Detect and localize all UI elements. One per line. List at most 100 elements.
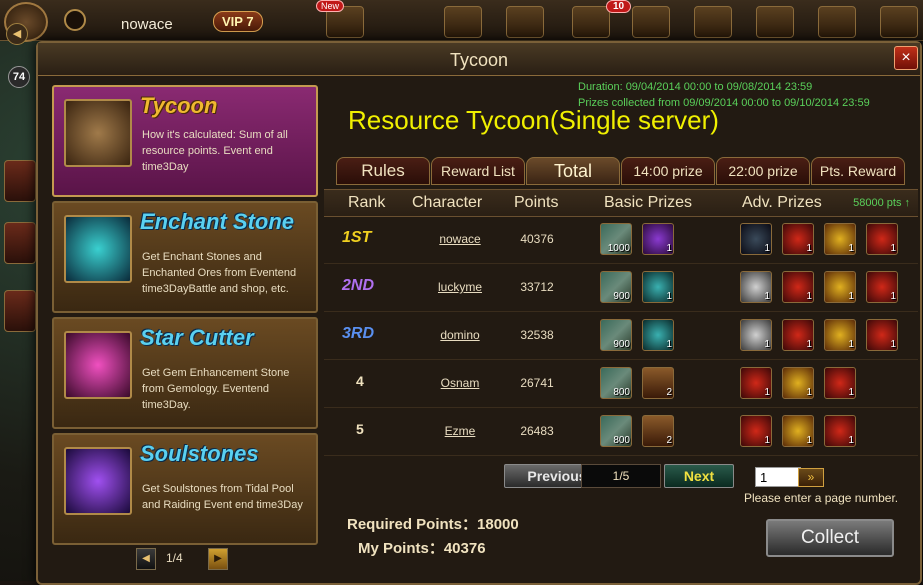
character-link[interactable]: nowace [420, 232, 500, 246]
points-value: 40376 [520, 232, 554, 246]
red-armor-icon[interactable]: 1 [782, 271, 814, 303]
item-qty: 1 [806, 339, 812, 350]
gold-armor-icon[interactable]: 1 [824, 271, 856, 303]
close-button[interactable]: × [894, 46, 918, 70]
event-card-tycoon[interactable]: Tycoon How it's calculated: Sum of all r… [52, 85, 318, 197]
white-armor-icon[interactable]: 1 [740, 319, 772, 351]
sound-icon[interactable]: ◀ [6, 23, 28, 45]
red-armor-icon[interactable]: 1 [782, 223, 814, 255]
table-row: 5 Ezme 26483 800 2 1 1 1 [324, 409, 918, 456]
teal-gem-icon[interactable]: 1 [642, 319, 674, 351]
event-card-soulstones[interactable]: Soulstones Get Soulstones from Tidal Poo… [52, 433, 318, 545]
character-link[interactable]: domino [420, 328, 500, 342]
event-card-star-cutter[interactable]: Star Cutter Get Gem Enhancement Stone fr… [52, 317, 318, 429]
event-desc: Get Enchant Stones and Enchanted Ores fr… [142, 251, 297, 295]
side-hot-icon[interactable] [4, 160, 36, 202]
red-helmet-icon[interactable]: 1 [866, 223, 898, 255]
page-number-input[interactable] [755, 467, 801, 487]
menu-icon[interactable] [64, 9, 86, 31]
rank-label: 1ST [342, 229, 372, 246]
side-rank-icon[interactable] [4, 222, 36, 264]
item-qty: 900 [613, 291, 630, 302]
red-helmet-icon[interactable]: 1 [824, 415, 856, 447]
top-bar: nowace VIP 7 New 10 [0, 0, 923, 42]
portrait-icon[interactable] [506, 6, 544, 38]
points-value: 26741 [520, 376, 554, 390]
notification-count-badge: 10 [606, 0, 632, 13]
teal-gem-icon[interactable]: 1 [642, 271, 674, 303]
red-armor-icon[interactable]: 1 [740, 415, 772, 447]
soulstone-icon [64, 447, 132, 515]
points-value: 32538 [520, 328, 554, 342]
my-points: My Points：40376 [358, 540, 486, 557]
item-qty: 1 [764, 243, 770, 254]
collect-button[interactable]: Collect [766, 519, 894, 557]
next-button[interactable]: Next [664, 464, 734, 488]
tab-rules[interactable]: Rules [336, 157, 430, 185]
go-page-button[interactable]: » [798, 468, 824, 487]
gem-icon[interactable] [444, 6, 482, 38]
side-recharge-icon[interactable] [4, 290, 36, 332]
duration-line: Duration: 09/04/2014 00:00 to 09/08/2014… [578, 81, 813, 93]
resource-item-icon[interactable]: 1000 [600, 223, 632, 255]
purple-gem-icon[interactable]: 1 [642, 223, 674, 255]
page-indicator: 1/5 [581, 464, 661, 488]
red-helmet-icon[interactable]: 1 [866, 271, 898, 303]
white-armor-icon[interactable]: 1 [740, 271, 772, 303]
gold-armor-icon[interactable]: 1 [824, 223, 856, 255]
header-points: Points [514, 194, 559, 211]
table-row: 2ND luckyme 33712 900 1 1 1 1 1 [324, 265, 918, 312]
item-qty: 1 [848, 339, 854, 350]
red-helmet-icon[interactable]: 1 [824, 367, 856, 399]
item-qty: 900 [613, 339, 630, 350]
character-link[interactable]: Ezme [420, 424, 500, 438]
rank-label: 2ND [342, 277, 375, 294]
modal-title: Tycoon [449, 50, 509, 70]
red-armor-icon[interactable]: 1 [740, 367, 772, 399]
gold-armor-icon[interactable]: 1 [824, 319, 856, 351]
red-helmet-icon[interactable]: 1 [866, 319, 898, 351]
chest-icon[interactable]: 2 [642, 367, 674, 399]
pts-threshold-link[interactable]: 58000 pts ↑ [853, 197, 910, 209]
tab-22-prize[interactable]: 22:00 prize [716, 157, 810, 185]
character-link[interactable]: luckyme [420, 280, 500, 294]
event-title: Star Cutter [140, 325, 254, 350]
star-cutter-icon [64, 331, 132, 399]
shop-icon[interactable] [756, 6, 794, 38]
header-basic-prizes: Basic Prizes [604, 194, 693, 211]
resource-item-icon[interactable]: 900 [600, 271, 632, 303]
tab-pts-reward[interactable]: Pts. Reward [811, 157, 905, 185]
page-hint: Please enter a page number. [744, 491, 899, 505]
armor-item-icon[interactable]: 1 [740, 223, 772, 255]
hero-icon[interactable] [694, 6, 732, 38]
orb-icon[interactable] [632, 6, 670, 38]
item-qty: 1 [666, 339, 672, 350]
ranking-table-header: Rank Character Points Basic Prizes Adv. … [324, 189, 918, 217]
quest-icon[interactable] [572, 6, 610, 38]
gold-armor-icon[interactable]: 1 [782, 367, 814, 399]
event-desc: Get Gem Enhancement Stone from Gemology.… [142, 367, 290, 411]
event-desc: Get Soulstones from Tidal Pool and Raidi… [142, 483, 303, 511]
tab-reward-list[interactable]: Reward List [431, 157, 525, 185]
red-armor-icon[interactable]: 1 [782, 319, 814, 351]
resource-item-icon[interactable]: 900 [600, 319, 632, 351]
points-value: 26483 [520, 424, 554, 438]
chest-icon[interactable]: 2 [642, 415, 674, 447]
character-link[interactable]: Osnam [420, 376, 500, 390]
tab-total[interactable]: Total [526, 157, 620, 185]
event-prev-button[interactable]: ◀ [136, 548, 156, 570]
battle-icon[interactable] [818, 6, 856, 38]
vip-badge[interactable]: VIP 7 [213, 11, 263, 32]
player-name: nowace [121, 16, 173, 33]
gold-armor-icon[interactable]: 1 [782, 415, 814, 447]
tab-14-prize[interactable]: 14:00 prize [621, 157, 715, 185]
item-qty: 1 [764, 339, 770, 350]
resource-item-icon[interactable]: 800 [600, 367, 632, 399]
item-qty: 2 [666, 435, 672, 446]
modal-header: Tycoon × [38, 43, 920, 76]
event-card-enchant-stone[interactable]: Enchant Stone Get Enchant Stones and Enc… [52, 201, 318, 313]
extra-icon[interactable] [880, 6, 918, 38]
resource-item-icon[interactable]: 800 [600, 415, 632, 447]
enchant-stone-icon [64, 215, 132, 283]
event-next-button[interactable]: ▶ [208, 548, 228, 570]
